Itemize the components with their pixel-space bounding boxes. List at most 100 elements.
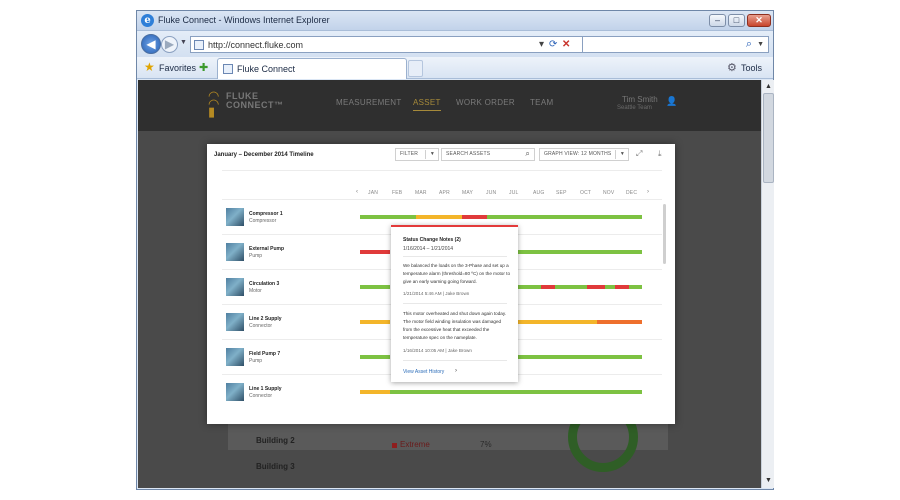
user-team: Seattle Team <box>617 105 652 111</box>
status-segment-alert[interactable] <box>517 320 597 324</box>
status-segment-alert[interactable] <box>360 320 390 324</box>
graph-view-label: GRAPH VIEW: 12 MONTHS <box>544 151 612 157</box>
status-segment-normal[interactable] <box>555 285 587 289</box>
search-assets-input[interactable]: SEARCH ASSETS ⌕ <box>441 148 535 161</box>
tools-menu[interactable]: Tools <box>741 63 762 73</box>
scroll-thumb[interactable] <box>763 93 774 183</box>
modal-scrollbar[interactable] <box>663 204 666 264</box>
menu-measurement[interactable]: MEASUREMENT <box>336 98 402 107</box>
popover-title: Status Change Notes (2) <box>403 237 461 243</box>
menu-team[interactable]: TEAM <box>530 98 553 107</box>
download-icon[interactable]: ⤓ <box>658 149 662 159</box>
status-segment-normal[interactable] <box>360 355 390 359</box>
view-asset-history-link[interactable]: View Asset History <box>403 369 444 375</box>
timeline-prev-icon[interactable]: ‹ <box>356 189 358 195</box>
search-assets-placeholder: SEARCH ASSETS <box>446 151 491 157</box>
page-icon <box>194 40 204 50</box>
status-segment-critical[interactable] <box>615 285 629 289</box>
modal-title: January – December 2014 Timeline <box>214 152 314 158</box>
chevron-down-icon: ▼ <box>619 151 625 157</box>
status-timeline[interactable] <box>360 390 642 394</box>
graph-view-separator <box>615 150 616 159</box>
minimize-button[interactable]: – <box>709 14 726 27</box>
month-jul: JUL <box>509 190 519 196</box>
gear-icon[interactable]: ⚙ <box>727 61 737 74</box>
status-segment-normal[interactable] <box>517 355 642 359</box>
browser-search-box[interactable]: ⌕ ▼ <box>582 36 769 53</box>
favorites-button[interactable]: Favorites <box>159 63 196 73</box>
month-apr: APR <box>439 190 450 196</box>
new-tab-button[interactable] <box>408 60 423 77</box>
navigation-bar: ◀ ▶ ▼ http://connect.fluke.com ▾ ⟳ ✕ ⌕ ▼ <box>137 31 773 57</box>
asset-name[interactable]: Line 2 Supply <box>249 316 282 322</box>
recent-pages-dropdown-icon[interactable]: ▼ <box>180 39 187 46</box>
scroll-up-icon[interactable]: ▲ <box>763 81 774 92</box>
status-segment-warning[interactable] <box>597 320 642 324</box>
asset-type: Motor <box>249 288 262 294</box>
stop-icon[interactable]: ✕ <box>562 39 570 50</box>
asset-name[interactable]: Field Pump 7 <box>249 351 280 357</box>
refresh-icon[interactable]: ⟳ <box>549 39 557 50</box>
building-3-label: Building 3 <box>256 462 295 471</box>
building-2-label: Building 2 <box>256 436 295 445</box>
status-segment-critical[interactable] <box>360 250 390 254</box>
asset-type: Pump <box>249 358 263 364</box>
status-segment-alert[interactable] <box>360 390 390 394</box>
extreme-legend-label: Extreme <box>400 440 430 449</box>
status-timeline[interactable] <box>360 215 642 219</box>
month-nov: NOV <box>603 190 615 196</box>
filter-dropdown[interactable]: FILTER ▼ <box>395 148 439 161</box>
status-segment-critical[interactable] <box>541 285 555 289</box>
favorites-bar: ★ Favorites ✚ Fluke Connect ⚙ Tools <box>137 57 773 79</box>
menu-asset[interactable]: ASSET <box>413 98 441 111</box>
close-button[interactable]: ✕ <box>747 14 771 27</box>
status-note-2-meta: 1/16/2014 10:05 AM | Jake Brown <box>403 348 472 353</box>
search-icon[interactable]: ⌕ <box>746 38 752 51</box>
popover-divider <box>403 360 507 361</box>
title-bar: e Fluke Connect - Windows Internet Explo… <box>137 11 773 31</box>
add-favorites-icon[interactable]: ✚ <box>199 61 208 74</box>
user-name[interactable]: Tim Smith <box>622 95 658 104</box>
status-segment-critical[interactable] <box>462 215 487 219</box>
graph-view-dropdown[interactable]: GRAPH VIEW: 12 MONTHS ▼ <box>539 148 629 161</box>
month-feb: FEB <box>392 190 403 196</box>
status-segment-critical[interactable] <box>587 285 605 289</box>
tab-fluke-connect[interactable]: Fluke Connect <box>217 58 407 79</box>
asset-name[interactable]: Line 1 Supply <box>249 386 282 392</box>
status-segment-normal[interactable] <box>487 215 642 219</box>
search-options-icon[interactable]: ▼ <box>757 41 764 48</box>
status-segment-normal[interactable] <box>605 285 615 289</box>
status-segment-normal[interactable] <box>517 250 642 254</box>
forward-button[interactable]: ▶ <box>161 36 178 53</box>
maximize-button[interactable]: □ <box>728 14 745 27</box>
asset-name[interactable]: Compressor 1 <box>249 211 283 217</box>
status-segment-normal[interactable] <box>629 285 642 289</box>
browser-scrollbar[interactable]: ▲ ▼ <box>761 80 774 488</box>
address-url[interactable]: http://connect.fluke.com <box>208 40 303 50</box>
scroll-down-icon[interactable]: ▼ <box>763 475 774 486</box>
status-segment-alert[interactable] <box>416 215 462 219</box>
asset-name[interactable]: Circulation 3 <box>249 281 279 287</box>
chevron-right-icon[interactable]: › <box>455 368 457 374</box>
asset-type: Connector <box>249 323 273 329</box>
filter-separator <box>425 150 426 159</box>
month-sep: SEP <box>556 190 567 196</box>
timeline-modal: January – December 2014 Timeline FILTER … <box>207 144 675 424</box>
status-segment-normal[interactable] <box>360 215 416 219</box>
asset-name[interactable]: External Pump <box>249 246 284 252</box>
search-icon[interactable]: ⌕ <box>525 148 530 159</box>
timeline-next-icon[interactable]: › <box>647 189 649 195</box>
status-segment-normal[interactable] <box>517 285 541 289</box>
fluke-connect-logo[interactable]: FLUKE CONNECT™ <box>226 92 284 110</box>
status-segment-normal[interactable] <box>390 390 642 394</box>
back-button[interactable]: ◀ <box>141 34 161 54</box>
asset-type: Pump <box>249 253 263 259</box>
expand-icon[interactable]: ⤢ <box>636 149 642 159</box>
logo-line-2: CONNECT™ <box>226 100 284 110</box>
popover-divider <box>403 303 507 304</box>
status-segment-normal[interactable] <box>360 285 390 289</box>
menu-work-order[interactable]: WORK ORDER <box>456 98 515 107</box>
address-dropdown-icon[interactable]: ▾ <box>539 39 544 50</box>
favorites-star-icon[interactable]: ★ <box>144 60 155 74</box>
user-icon[interactable]: 👤 <box>666 96 677 107</box>
